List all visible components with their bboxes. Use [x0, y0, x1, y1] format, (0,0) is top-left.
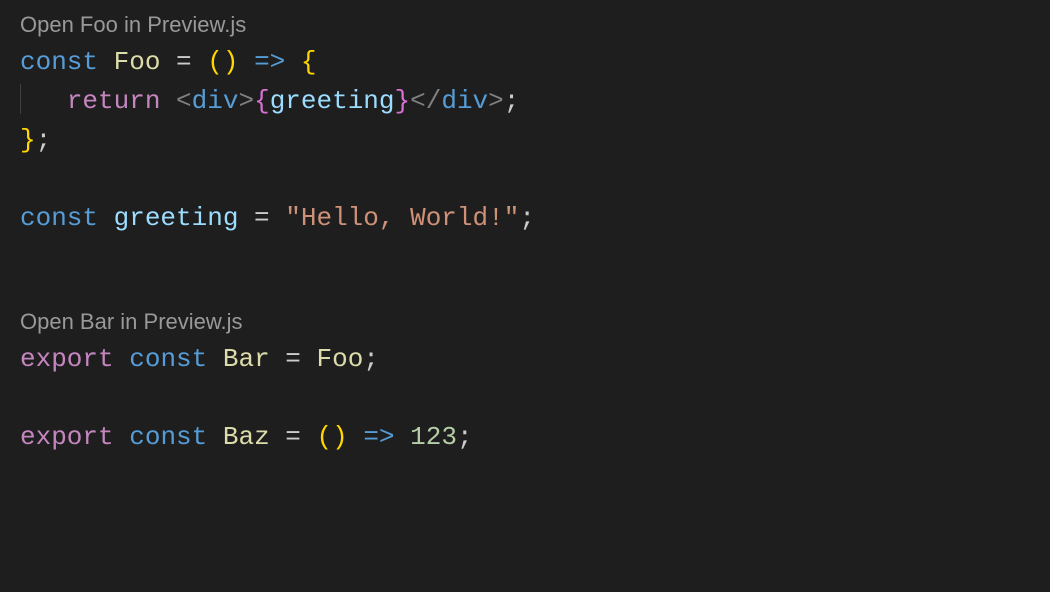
identifier-foo: Foo	[114, 47, 161, 77]
keyword-const: const	[20, 47, 98, 77]
semicolon: ;	[457, 422, 473, 452]
keyword-return: return	[67, 86, 161, 116]
indent	[20, 86, 67, 116]
semicolon: ;	[519, 203, 535, 233]
arrow: =>	[254, 47, 285, 77]
brace-close: }	[20, 125, 36, 155]
semicolon: ;	[504, 86, 520, 116]
semicolon: ;	[363, 344, 379, 374]
code-line-9[interactable]: export const Baz = () => 123;	[20, 418, 1030, 457]
equals: =	[270, 344, 317, 374]
jsx-brace-close: }	[395, 86, 411, 116]
tag-ltslash: </	[410, 86, 441, 116]
code-line-7[interactable]: export const Bar = Foo;	[20, 340, 1030, 379]
paren-open: (	[316, 422, 332, 452]
blank-line-1[interactable]	[20, 160, 1030, 199]
identifier-bar: Bar	[223, 344, 270, 374]
identifier-greeting: greeting	[270, 86, 395, 116]
codelens-open-bar[interactable]: Open Bar in Preview.js	[20, 305, 1030, 338]
indent-guide	[20, 84, 21, 114]
paren-open: (	[207, 47, 223, 77]
gap	[20, 277, 1030, 305]
identifier-baz: Baz	[223, 422, 270, 452]
code-line-1[interactable]: const Foo = () => {	[20, 43, 1030, 82]
code-line-5[interactable]: const greeting = "Hello, World!";	[20, 199, 1030, 238]
tag-gt: >	[238, 86, 254, 116]
keyword-export: export	[20, 344, 114, 374]
semicolon: ;	[36, 125, 52, 155]
keyword-const: const	[129, 344, 207, 374]
blank-line-3[interactable]	[20, 379, 1030, 418]
identifier-greeting-decl: greeting	[114, 203, 239, 233]
blank-line-2[interactable]	[20, 238, 1030, 277]
string-literal: "Hello, World!"	[285, 203, 519, 233]
equals: =	[238, 203, 285, 233]
identifier-foo-ref: Foo	[316, 344, 363, 374]
equals: =	[270, 422, 317, 452]
paren-close: )	[223, 47, 239, 77]
paren-close: )	[332, 422, 348, 452]
tag-gt-close: >	[488, 86, 504, 116]
keyword-const: const	[129, 422, 207, 452]
code-line-2[interactable]: return <div>{greeting}</div>;	[20, 82, 1030, 121]
keyword-const: const	[20, 203, 98, 233]
number-literal: 123	[410, 422, 457, 452]
tag-div-close: div	[441, 86, 488, 116]
jsx-brace-open: {	[254, 86, 270, 116]
codelens-open-foo[interactable]: Open Foo in Preview.js	[20, 8, 1030, 41]
tag-lt: <	[176, 86, 192, 116]
arrow: =>	[363, 422, 394, 452]
keyword-export: export	[20, 422, 114, 452]
code-line-3[interactable]: };	[20, 121, 1030, 160]
tag-div: div	[192, 86, 239, 116]
brace-open: {	[301, 47, 317, 77]
equals: =	[160, 47, 207, 77]
